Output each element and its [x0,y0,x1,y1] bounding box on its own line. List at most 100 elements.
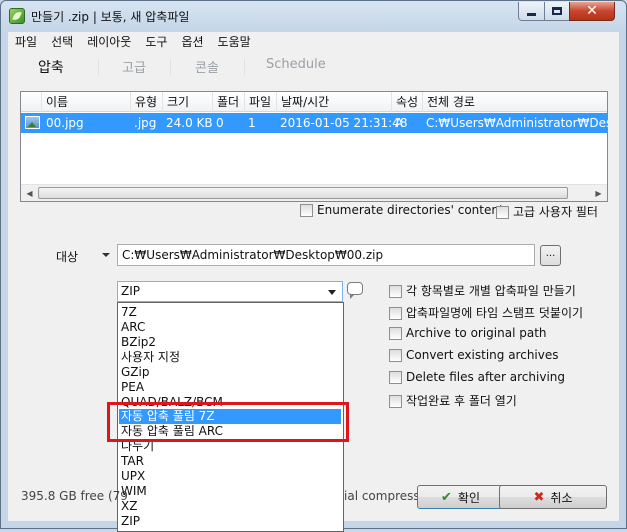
cell-path: C:₩Users₩Administrator₩Desk [426,116,608,130]
col-folders[interactable]: 폴더 [212,92,239,112]
option-timestamp[interactable]: 압축파일명에 타임 스탬프 덧붙이기 [389,304,583,321]
col-type[interactable]: 유형 [130,92,157,112]
timestamp-checkbox[interactable] [389,307,402,320]
col-attr[interactable]: 속성 [391,92,418,112]
title-bar: 만들기 .zip | 보통, 새 압축파일 ✕ [1,1,626,32]
cell-name: 00.jpg [46,116,84,130]
cell-files: 1 [248,116,256,130]
scroll-thumb[interactable] [38,187,568,199]
app-window: 만들기 .zip | 보통, 새 압축파일 ✕ 파일 선택 레이아웃 도구 옵션… [0,0,627,532]
format-selected-value: ZIP [121,284,140,298]
annotation-highlight-box [107,402,349,442]
image-file-icon [25,116,40,129]
option-original-path[interactable]: Archive to original path [389,326,547,340]
tab-console[interactable]: 콘솔 [195,57,219,76]
scroll-left-icon[interactable]: ◀ [21,185,38,201]
horizontal-scrollbar[interactable]: ◀ ▶ [21,184,607,201]
menu-file[interactable]: 파일 [8,33,44,50]
option-open-folder[interactable]: 작업완료 후 폴더 열기 [389,392,517,409]
tab-schedule[interactable]: Schedule [266,57,326,72]
minimize-button[interactable] [518,2,545,21]
cell-attr: A [395,116,404,130]
option-convert-archives[interactable]: Convert existing archives [389,348,559,362]
format-option-7z[interactable]: 7Z [119,305,341,320]
cancel-x-icon: ✖ [533,489,545,505]
col-datetime[interactable]: 날짜/시간 [276,92,329,112]
original-path-label: Archive to original path [406,326,547,340]
format-select[interactable]: ZIP [117,281,343,302]
client-area: 압축 고급 콘솔 Schedule 이름 유형 크기 폴더 파일 날짜/시간 속… [8,51,619,532]
maximize-icon [552,7,562,15]
convert-archives-label: Convert existing archives [406,348,559,362]
target-dropdown-arrow-icon[interactable] [102,253,110,257]
tab-bar: 압축 고급 콘솔 Schedule [8,51,619,83]
format-option-zip[interactable]: ZIP [119,514,341,529]
app-leaf-icon [9,8,25,24]
comment-icon[interactable] [347,282,363,299]
separate-archives-checkbox[interactable] [389,285,402,298]
tab-divider [244,59,245,75]
format-option-arc[interactable]: ARC [119,320,341,335]
browse-button[interactable]: ... [540,245,561,266]
target-label: 대상 [56,250,79,264]
open-folder-label: 작업완료 후 폴더 열기 [406,394,517,408]
enumerate-label: Enumerate directories' content [317,203,504,217]
chevron-down-icon [328,290,336,295]
option-separate-archives[interactable]: 각 항목별로 개별 압축파일 만들기 [389,282,576,299]
format-option-tar[interactable]: TAR [119,454,341,469]
format-option-bzip2[interactable]: BZip2 [119,335,341,350]
ok-button[interactable]: ✔ 확인 [417,485,504,509]
format-option-xz[interactable]: XZ [119,499,341,514]
col-files[interactable]: 파일 [244,92,271,112]
open-folder-checkbox[interactable] [389,395,402,408]
window-title: 만들기 .zip | 보통, 새 압축파일 [31,10,190,24]
cell-datetime: 2016-01-05 21:31:48 [280,116,408,130]
menu-select[interactable]: 선택 [44,33,80,50]
tab-compress[interactable]: 압축 [38,57,64,77]
cell-type: .jpg [134,116,157,130]
enumerate-option[interactable]: Enumerate directories' content [300,203,504,217]
format-option-upx[interactable]: UPX [119,469,341,484]
disk-free-status: 395.8 GB free (79 [21,489,128,503]
advanced-filter-checkbox[interactable] [496,206,509,219]
option-delete-files[interactable]: Delete files after archiving [389,370,565,384]
cancel-label: 취소 [550,490,573,505]
table-row[interactable]: 00.jpg .jpg 24.0 KB 0 1 2016-01-05 21:31… [21,113,608,133]
separate-archives-label: 각 항목별로 개별 압축파일 만들기 [406,284,576,298]
close-button[interactable]: ✕ [569,2,615,21]
col-path[interactable]: 전체 경로 [422,92,475,112]
timestamp-label: 압축파일명에 타임 스탬프 덧붙이기 [406,306,584,320]
target-path-input[interactable]: C:₩Users₩Administrator₩Desktop₩00.zip [117,244,535,266]
ok-label: 확인 [457,490,480,505]
scroll-right-icon[interactable]: ▶ [590,185,607,201]
file-list[interactable]: 이름 유형 크기 폴더 파일 날짜/시간 속성 전체 경로 00.jpg .jp… [20,91,608,202]
menu-tools[interactable]: 도구 [138,33,174,50]
cell-size: 24.0 KB [166,116,213,130]
format-option-pea[interactable]: PEA [119,380,341,395]
tab-divider [98,59,99,75]
compression-status: ial compress [344,489,420,503]
format-option-custom[interactable]: 사용자 지정 [119,350,341,365]
col-name[interactable]: 이름 [41,92,68,112]
cancel-button[interactable]: ✖ 취소 [499,485,607,509]
col-size[interactable]: 크기 [162,92,189,112]
menu-options[interactable]: 옵션 [174,33,210,50]
menu-bar: 파일 선택 레이아웃 도구 옵션 도움말 [8,32,619,51]
advanced-filter-label: 고급 사용자 필터 [513,205,598,219]
delete-files-label: Delete files after archiving [406,370,566,384]
check-icon: ✔ [441,489,452,505]
advanced-filter-option[interactable]: 고급 사용자 필터 [496,203,598,220]
minimize-icon [527,12,536,16]
menu-help[interactable]: 도움말 [211,33,258,50]
tab-divider [170,59,171,75]
maximize-button[interactable] [544,2,570,21]
menu-layout[interactable]: 레이아웃 [80,33,138,50]
cell-folders: 0 [216,116,224,130]
enumerate-checkbox[interactable] [300,204,313,217]
original-path-checkbox[interactable] [389,327,402,340]
delete-files-checkbox[interactable] [389,371,402,384]
tab-advanced[interactable]: 고급 [122,57,146,76]
format-option-wim[interactable]: WIM [119,484,341,499]
format-option-gzip[interactable]: GZip [119,365,341,380]
convert-archives-checkbox[interactable] [389,349,402,362]
